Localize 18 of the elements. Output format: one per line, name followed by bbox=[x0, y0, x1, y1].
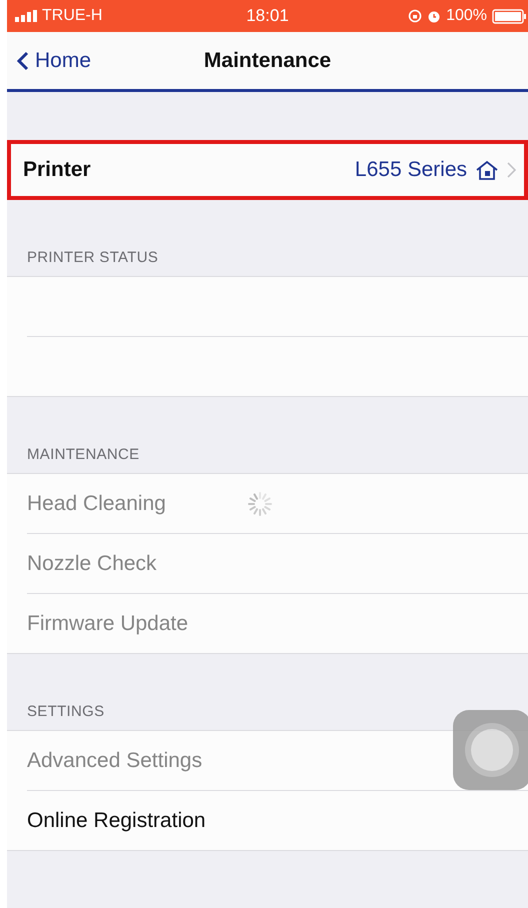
list-item[interactable]: Online Registration bbox=[27, 808, 247, 832]
chevron-left-icon bbox=[17, 50, 29, 70]
battery-icon bbox=[492, 8, 526, 24]
signal-icon bbox=[15, 10, 37, 22]
section-header: MAINTENANCE bbox=[27, 446, 140, 463]
home-icon bbox=[475, 160, 499, 180]
back-button[interactable]: Home bbox=[7, 48, 92, 72]
rotation-lock-icon bbox=[408, 9, 422, 23]
section-header: PRINTER STATUS bbox=[27, 249, 158, 266]
battery-percent: 100% bbox=[446, 7, 487, 25]
page-title: Maintenance bbox=[204, 48, 332, 72]
clock-time: 18:01 bbox=[246, 6, 289, 26]
assistive-touch-button[interactable] bbox=[453, 710, 528, 790]
carrier-name: TRUE-H bbox=[42, 7, 102, 25]
alarm-clock-icon bbox=[427, 9, 442, 23]
section-header: SETTINGS bbox=[27, 703, 104, 720]
printer-row[interactable]: Printer L655 Series bbox=[7, 140, 528, 200]
chevron-right-icon bbox=[507, 162, 516, 178]
